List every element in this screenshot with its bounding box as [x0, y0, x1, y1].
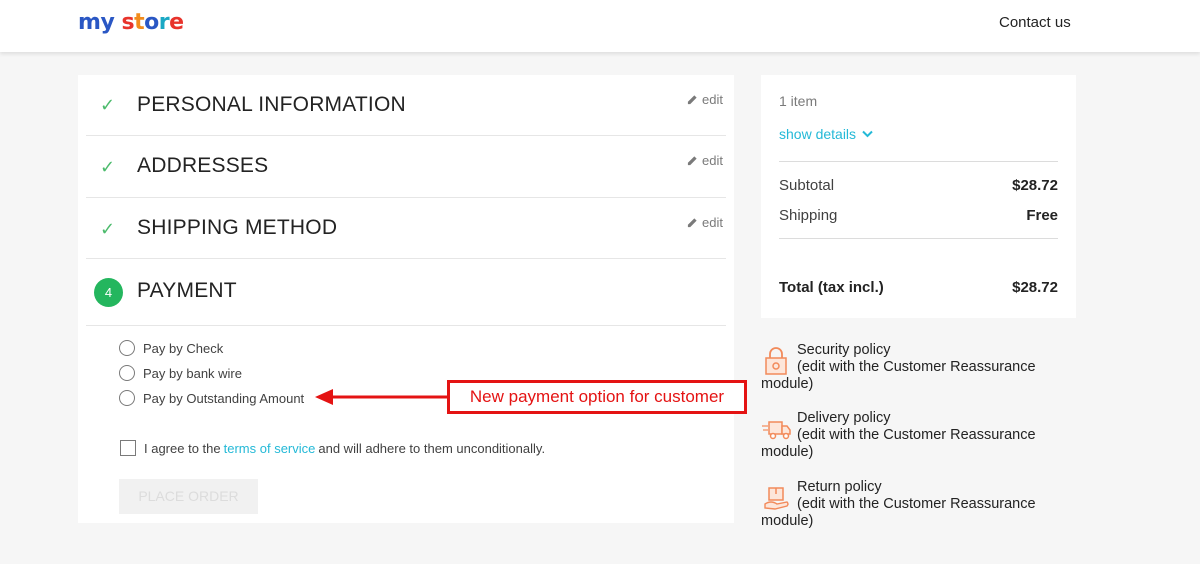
step-title: SHIPPING METHOD [137, 216, 338, 239]
pencil-icon [687, 95, 697, 105]
pencil-icon [687, 156, 697, 166]
logo-text: my store [78, 10, 184, 35]
reassurance-subtitle-wrap: module) [761, 513, 814, 529]
payment-option-outstanding-amount[interactable]: Pay by Outstanding Amount [119, 390, 304, 406]
lock-icon [765, 347, 787, 375]
radio-button[interactable] [119, 390, 135, 406]
shipping-label: Shipping [779, 207, 838, 224]
reassurance-delivery: Delivery policy (edit with the Customer … [761, 410, 1061, 461]
payment-option-bank-wire[interactable]: Pay by bank wire [119, 365, 242, 381]
terms-of-service-link[interactable]: terms of service [224, 441, 316, 456]
step-title: PERSONAL INFORMATION [137, 93, 406, 116]
reassurance-title: Security policy [797, 342, 891, 358]
edit-addresses-link[interactable]: edit [687, 153, 723, 168]
checkout-steps-panel: ✓ PERSONAL INFORMATION edit ✓ ADDRESSES … [78, 75, 734, 523]
reassurance-subtitle: (edit with the Customer Reassurance [797, 496, 1036, 512]
agree-suffix: and will adhere to them unconditionally. [318, 440, 546, 456]
edit-label: edit [702, 153, 723, 168]
reassurance-subtitle: (edit with the Customer Reassurance [797, 359, 1036, 375]
check-icon: ✓ [100, 157, 116, 178]
reassurance-return: Return policy (edit with the Customer Re… [761, 479, 1061, 530]
reassurance-subtitle-wrap: module) [761, 376, 814, 392]
logo-letter [114, 10, 121, 35]
subtotal-label: Subtotal [779, 177, 835, 194]
edit-label: edit [702, 215, 723, 230]
logo-letter: m [78, 10, 101, 35]
subtotal-value: $28.72 [1012, 177, 1058, 194]
terms-checkbox[interactable] [120, 440, 136, 456]
divider [779, 238, 1058, 239]
reassurance-title: Return policy [797, 479, 882, 495]
store-logo[interactable]: my store [78, 10, 184, 35]
shipping-value: Free [1026, 207, 1058, 224]
contact-us-link[interactable]: Contact us [999, 14, 1071, 31]
delivery-truck-icon [762, 421, 791, 440]
payment-option-label: Pay by Check [143, 340, 224, 356]
shipping-row: Shipping Free [779, 207, 1058, 224]
cart-summary: 1 item show details Subtotal $28.72 Ship… [761, 75, 1076, 318]
pencil-icon [687, 218, 697, 228]
step-number-badge: 4 [94, 278, 123, 307]
edit-personal-information-link[interactable]: edit [687, 92, 723, 107]
payment-option-label: Pay by bank wire [143, 365, 242, 381]
show-details-label: show details [779, 126, 857, 142]
place-order-button[interactable]: PLACE ORDER [119, 479, 258, 514]
radio-button[interactable] [119, 365, 135, 381]
logo-letter: t [134, 10, 145, 35]
check-icon: ✓ [100, 219, 116, 240]
step-shipping-method[interactable]: ✓ SHIPPING METHOD edit [86, 198, 726, 259]
show-details-toggle[interactable]: show details [779, 126, 873, 142]
logo-letter: e [169, 10, 184, 35]
reassurance-security: Security policy (edit with the Customer … [761, 342, 1061, 393]
logo-letter: s [121, 10, 135, 35]
step-personal-information[interactable]: ✓ PERSONAL INFORMATION edit [86, 75, 726, 136]
edit-label: edit [702, 92, 723, 107]
reassurance-title: Delivery policy [797, 410, 891, 426]
item-count: 1 item [779, 93, 818, 109]
total-row: Total (tax incl.) $28.72 [779, 279, 1058, 296]
total-label: Total (tax incl.) [779, 279, 884, 296]
logo-letter: o [144, 10, 159, 35]
step-title: PAYMENT [137, 279, 237, 302]
step-addresses[interactable]: ✓ ADDRESSES edit [86, 136, 726, 198]
total-value: $28.72 [1012, 279, 1058, 296]
radio-button[interactable] [119, 340, 135, 356]
subtotal-row: Subtotal $28.72 [779, 177, 1058, 194]
terms-agreement: I agree to the terms of service and will… [120, 440, 545, 456]
payment-option-check[interactable]: Pay by Check [119, 340, 223, 356]
check-icon: ✓ [100, 95, 116, 116]
header: my store Contact us [0, 0, 1200, 52]
logo-letter: r [158, 10, 170, 35]
reassurance-subtitle-wrap: module) [761, 444, 814, 460]
chevron-down-icon [862, 130, 873, 138]
agree-prefix: I agree to the [144, 440, 221, 456]
annotation-callout: New payment option for customer [447, 380, 747, 414]
divider [779, 161, 1058, 162]
edit-shipping-method-link[interactable]: edit [687, 215, 723, 230]
step-title: ADDRESSES [137, 154, 269, 177]
reassurance-subtitle: (edit with the Customer Reassurance [797, 427, 1036, 443]
annotation-arrow [315, 389, 449, 405]
return-box-icon [764, 487, 789, 510]
payment-option-label: Pay by Outstanding Amount [143, 390, 305, 406]
logo-letter: y [100, 10, 115, 35]
step-payment: 4 PAYMENT [86, 259, 726, 326]
